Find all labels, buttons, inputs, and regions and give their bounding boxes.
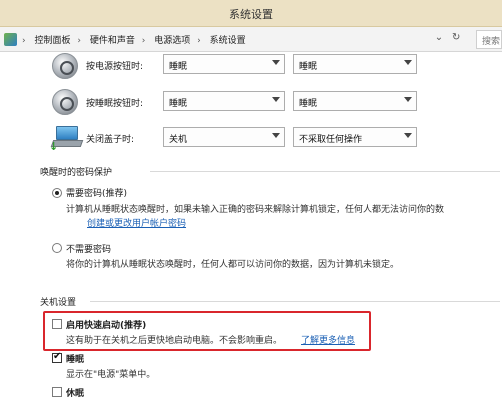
sleep-button-icon [52,89,78,115]
select-value: 睡眠 [169,62,188,72]
laptop-lid-icon: ↓ [49,126,84,153]
chevron-right-icon: › [197,36,201,46]
search-input[interactable]: 搜索 [476,30,502,49]
chevron-down-icon [272,97,280,102]
lid-close-battery-select[interactable]: 关机 [163,127,285,147]
address-bar[interactable]: › 控制面板 › 硬件和声音 › 电源选项 › 系统设置 ⌄ ↻ 搜索 [0,27,502,52]
sleep-button-label: 按睡眠按钮时: [86,99,144,109]
group-divider [90,301,500,302]
breadcrumb-hardware-sound[interactable]: 硬件和声音 [90,36,135,46]
no-password-radio[interactable] [52,243,62,253]
sleep-label: 睡眠 [66,355,85,365]
power-button-plugged-select[interactable]: 睡眠 [293,54,417,74]
breadcrumb[interactable]: › 控制面板 › 硬件和声音 › 电源选项 › 系统设置 [22,33,250,46]
hibernate-checkbox[interactable] [52,387,62,397]
breadcrumb-system-settings[interactable]: 系统设置 [210,36,246,46]
hibernate-label: 休眠 [66,389,85,399]
breadcrumb-power-options[interactable]: 电源选项 [154,36,190,46]
chevron-down-icon [404,97,412,102]
no-password-desc: 将你的计算机从睡眠状态唤醒时，任何人都可以访问你的数据，因为计算机未锁定。 [66,260,400,270]
lid-close-plugged-select[interactable]: 不采取任何操作 [293,127,417,147]
fast-startup-label: 启用快速启动(推荐) [66,321,147,331]
control-panel-icon [4,33,17,46]
password-group-title: 唤醒时的密码保护 [40,168,113,178]
window-title: 系统设置 [229,8,273,21]
select-value: 关机 [169,135,188,145]
no-password-label: 不需要密码 [66,245,112,255]
content-area: 按电源按钮时: 睡眠 睡眠 按睡眠按钮时: 睡眠 睡眠 ↓ 关闭盖子时: 关机 … [0,53,502,400]
select-value: 不采取任何操作 [299,135,363,145]
chevron-right-icon: › [141,36,146,46]
fast-startup-checkbox[interactable] [52,319,62,329]
sleep-checkbox[interactable] [52,351,62,363]
select-value: 睡眠 [299,62,318,72]
chevron-right-icon: › [77,36,81,46]
learn-more-link[interactable]: 了解更多信息 [301,333,355,346]
sleep-desc: 显示在"电源"菜单中。 [66,370,156,380]
chevron-down-icon [272,60,280,65]
chevron-down-icon [272,133,280,138]
power-button-icon [52,53,78,79]
chevron-down-icon [404,60,412,65]
change-password-link[interactable]: 创建或更改用户帐户密码 [87,216,186,229]
require-password-desc: 计算机从睡眠状态唤醒时，如果未输入正确的密码来解除计算机锁定，任何人都无法访问你… [66,205,445,215]
power-button-label: 按电源按钮时: [86,62,144,72]
lid-close-label: 关闭盖子时: [86,135,135,145]
sleep-button-plugged-select[interactable]: 睡眠 [293,91,417,111]
refresh-icon[interactable]: ↻ [449,32,463,43]
power-button-battery-select[interactable]: 睡眠 [163,54,285,74]
select-value: 睡眠 [169,99,188,109]
dropdown-arrow-icon[interactable]: ⌄ [432,32,446,43]
sleep-button-battery-select[interactable]: 睡眠 [163,91,285,111]
fast-startup-desc: 这有助于在关机之后更快地启动电脑。不会影响重启。 [66,336,283,346]
title-bar: 系统设置 [0,0,502,27]
chevron-down-icon [404,133,412,138]
breadcrumb-control-panel[interactable]: 控制面板 [34,36,70,46]
select-value: 睡眠 [299,99,318,109]
require-password-radio[interactable] [52,188,62,198]
address-tools: ⌄ ↻ [432,32,463,43]
group-divider [150,171,500,172]
require-password-label: 需要密码(推荐) [66,189,128,199]
shutdown-group-title: 关机设置 [40,298,77,308]
chevron-right-icon: › [22,36,26,46]
